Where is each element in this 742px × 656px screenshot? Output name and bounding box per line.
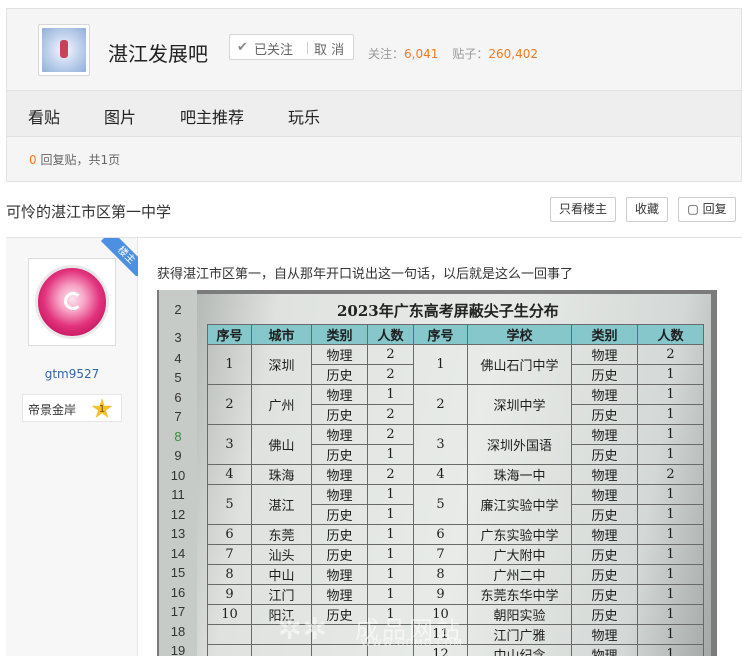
- column-header: 类别: [311, 324, 368, 345]
- column-header: 学校: [467, 324, 572, 345]
- row-number: 12: [170, 507, 186, 522]
- table-header-row: 序号 城市 类别 人数 序号 学校 类别 人数: [207, 324, 704, 345]
- reply-label: 回复: [702, 202, 727, 216]
- column-header: 人数: [637, 324, 704, 345]
- forum-logo[interactable]: [38, 24, 90, 76]
- avatar[interactable]: [28, 258, 116, 346]
- row-number: 7: [174, 409, 182, 424]
- thread-title: 可怜的湛江市区第一中学: [6, 203, 172, 221]
- level-star-icon: 1: [91, 398, 113, 419]
- sheet-table: 序号 城市 类别 人数 序号 学校 类别 人数 1 深圳 物理 2 1 佛山石门…: [207, 324, 704, 656]
- table-row: 2 广州 物理 1 2 深圳中学 物理 1: [207, 384, 704, 425]
- reply-button[interactable]: ▢ 回复: [678, 197, 736, 222]
- row-number: 18: [170, 624, 186, 639]
- collect-button[interactable]: 收藏: [626, 197, 668, 222]
- watermark-logo-icon: ✲✲: [277, 612, 328, 647]
- forum-nav: 看贴 图片 吧主推荐 玩乐: [6, 90, 742, 137]
- row-number: 9: [174, 448, 182, 463]
- row-number-column: 2 3 4 5 6 7 8 9 10 11 12 13 14 15 16 17 …: [159, 290, 197, 656]
- table-row: 8 中山 物理 1 8 广州二中 历史 1: [207, 564, 704, 585]
- username[interactable]: gtm9527: [6, 367, 138, 381]
- only-op-button[interactable]: 只看楼主: [550, 197, 616, 222]
- tab-play[interactable]: 玩乐: [288, 104, 320, 128]
- row-number: 15: [170, 565, 186, 580]
- row-number: 19: [170, 643, 186, 656]
- table-row: 7 汕头 历史 1 7 广大附中 历史 1: [207, 544, 704, 565]
- table-row: 3 佛山 物理 2 3 深圳外国语 物理 1: [207, 424, 704, 465]
- follow-button[interactable]: ✔ 已关注 取 消: [229, 34, 354, 60]
- row-number: 13: [170, 526, 186, 541]
- row-number: 6: [174, 390, 182, 405]
- row-number: 10: [170, 468, 186, 483]
- member-badge[interactable]: 帝景金岸 1: [22, 394, 122, 422]
- tab-featured[interactable]: 吧主推荐: [180, 104, 244, 128]
- table-row: 6 东莞 历史 1 6 广东实验中学 物理 1: [207, 524, 704, 545]
- post-text: 获得湛江市区第一，自从那年开口说出这一句话，以后就是这么一回事了: [157, 267, 574, 282]
- forum-name[interactable]: 湛江发展吧: [108, 38, 208, 67]
- reply-icon: ▢: [687, 202, 699, 216]
- table-row: 5 湛江 物理 1 5 廉江实验中学 物理 1: [207, 484, 704, 525]
- tab-images[interactable]: 图片: [104, 104, 136, 128]
- row-number: 4: [174, 351, 182, 366]
- column-header: 类别: [571, 324, 638, 345]
- watermark: ✲✲ 成品网站 WWW.GDMO.COM: [277, 612, 463, 649]
- row-number: 2: [174, 302, 182, 317]
- column-header: 城市: [251, 324, 312, 345]
- row-number: 5: [174, 370, 182, 385]
- follows-label: 关注：: [368, 47, 405, 61]
- posts-label: 贴子：: [452, 47, 489, 61]
- row-number: 3: [174, 330, 182, 345]
- row-number: 14: [170, 546, 186, 561]
- tab-posts[interactable]: 看贴: [28, 104, 60, 128]
- sheet-title: 2023年广东高考屏蔽尖子生分布: [337, 302, 559, 320]
- check-icon: ✔: [237, 40, 248, 55]
- followed-label: 已关注: [254, 43, 294, 58]
- row-number: 17: [170, 604, 186, 619]
- thread-meta: 0 回复贴，共1页: [6, 137, 742, 182]
- table-row: 1 深圳 物理 2 1 佛山石门中学 物理 2: [207, 344, 704, 385]
- column-header: 序号: [413, 324, 468, 345]
- table-row: 4 珠海 物理 2 4 珠海一中 物理 2: [207, 464, 704, 485]
- row-number: 11: [171, 487, 185, 502]
- row-number: 8: [174, 429, 182, 444]
- post-image[interactable]: 2 3 4 5 6 7 8 9 10 11 12 13 14 15 16 17 …: [157, 290, 717, 656]
- column-header: 序号: [207, 324, 252, 345]
- unfollow-button[interactable]: 取 消: [314, 39, 344, 58]
- row-number: 16: [170, 585, 186, 600]
- divider: [307, 42, 308, 54]
- forum-header: 湛江发展吧 ✔ 已关注 取 消 关注：6,041 贴子：260,402: [6, 8, 742, 90]
- forum-stats: 关注：6,041 贴子：260,402: [368, 45, 538, 62]
- reply-summary: 0 回复贴，共1页: [29, 153, 121, 167]
- column-header: 人数: [367, 324, 414, 345]
- follows-count: 6,041: [404, 47, 439, 61]
- table-row: 9 江门 物理 1 9 东莞东华中学 历史 1: [207, 584, 704, 605]
- badge-name: 帝景金岸: [28, 403, 77, 417]
- posts-count: 260,402: [488, 47, 539, 61]
